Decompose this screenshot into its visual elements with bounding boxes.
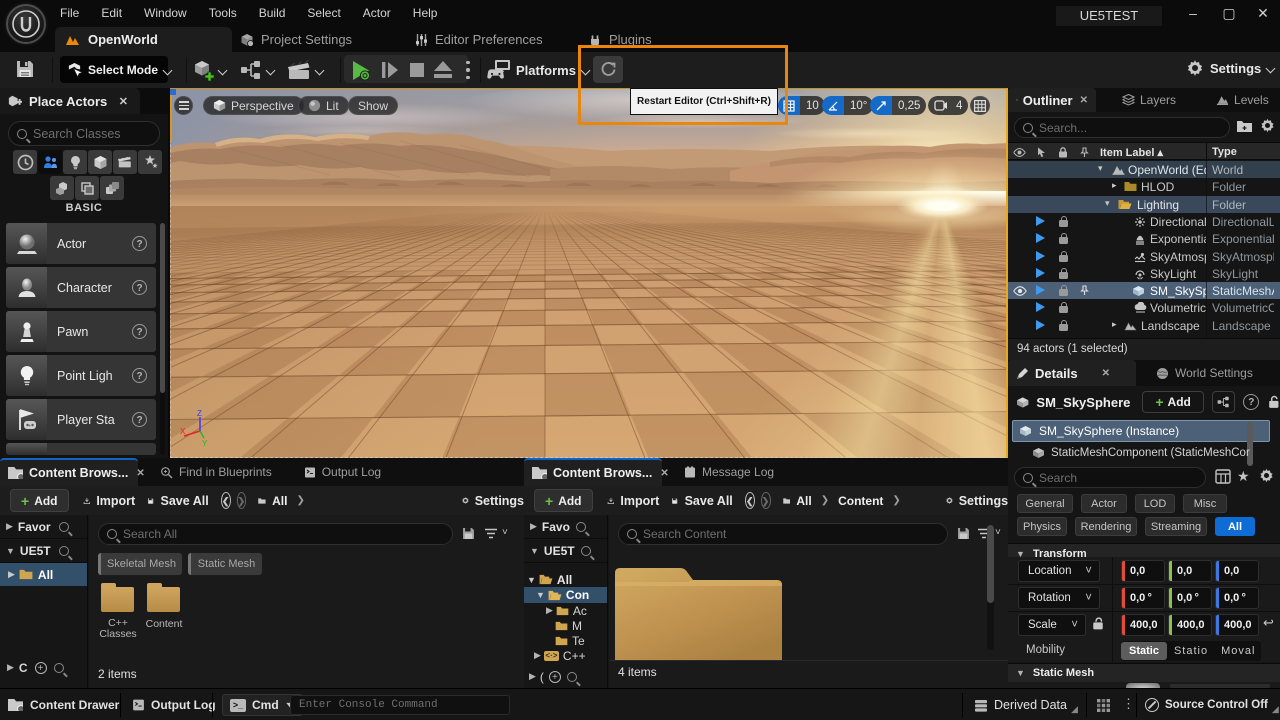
svg-text:X: X bbox=[180, 427, 186, 436]
svg-text:+: + bbox=[28, 423, 31, 429]
svg-text:Z: Z bbox=[197, 409, 202, 418]
svg-text:Y: Y bbox=[202, 439, 208, 447]
